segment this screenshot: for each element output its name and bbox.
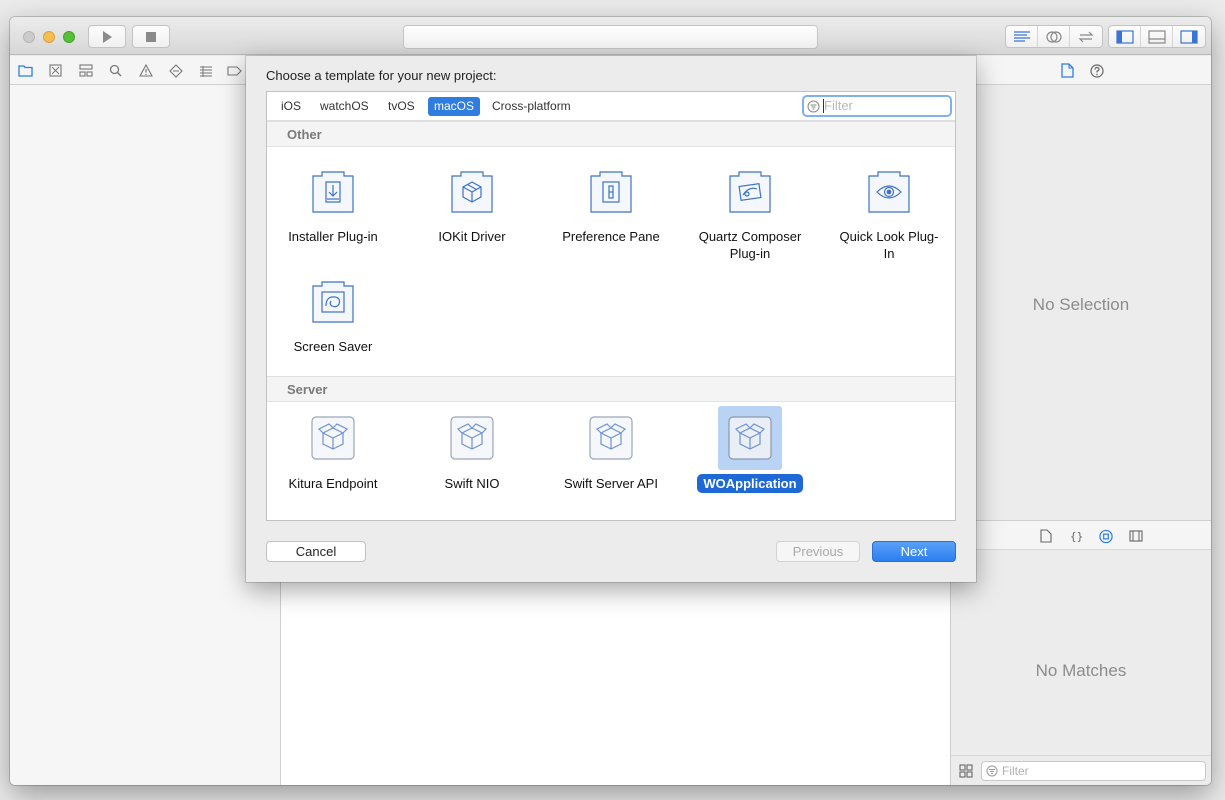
standard-editor-button[interactable]: [1006, 26, 1038, 47]
next-button[interactable]: Next: [872, 541, 956, 562]
box-icon: [440, 406, 504, 470]
version-editor-button[interactable]: [1070, 26, 1102, 47]
code-snippet-icon[interactable]: {}: [1069, 529, 1083, 543]
warning-icon[interactable]: [138, 63, 153, 78]
template-swift-server-api[interactable]: Swift Server API: [546, 406, 676, 493]
swirl-icon: [301, 269, 365, 333]
template-label: Kitura Endpoint: [288, 476, 378, 491]
filter-icon: [807, 100, 820, 113]
arrows-icon: [1078, 31, 1094, 42]
template-swift-nio[interactable]: Swift NIO: [407, 406, 537, 493]
switch-icon: [579, 159, 643, 223]
activity-viewer: [403, 25, 818, 49]
sheet-title: Choose a template for your new project:: [266, 68, 497, 83]
left-panel-icon: [1115, 29, 1134, 44]
stop-button[interactable]: [132, 25, 170, 48]
template-label: WOApplication: [697, 474, 803, 493]
rings-icon: [1045, 30, 1062, 43]
svg-text:{}: {}: [1070, 530, 1083, 543]
toggle-inspector-button[interactable]: [1173, 26, 1205, 47]
view-toggle-control: [1108, 25, 1206, 48]
library-selector-bar: {}: [951, 520, 1211, 550]
text-caret: [823, 99, 824, 113]
right-panel-icon: [1180, 29, 1198, 44]
template-label: Installer Plug-in: [288, 229, 378, 244]
zoom-window-button[interactable]: [63, 31, 75, 43]
template-label: IOKit Driver: [438, 229, 506, 244]
toolbar: [10, 17, 1211, 55]
lines-icon: [1013, 30, 1030, 42]
template-label: Swift Server API: [564, 476, 658, 491]
toggle-debug-area-button[interactable]: [1141, 26, 1173, 47]
bottom-panel-icon: [1147, 29, 1166, 44]
no-selection-label: No Selection: [1032, 295, 1130, 314]
template-quartz-composer-plug-in[interactable]: Quartz Composer Plug-in: [685, 159, 815, 263]
platform-tab-bar: iOS watchOS tvOS macOS Cross-platform Fi…: [267, 92, 955, 121]
template-kitura-endpoint[interactable]: Kitura Endpoint: [268, 406, 398, 493]
run-button[interactable]: [88, 25, 126, 48]
tab-watchos[interactable]: watchOS: [314, 97, 375, 116]
debug-icon[interactable]: [198, 63, 213, 78]
source-control-icon[interactable]: [48, 63, 63, 78]
tab-macos[interactable]: macOS: [428, 97, 481, 116]
stop-icon: [146, 31, 156, 42]
tab-tvos[interactable]: tvOS: [382, 97, 421, 116]
new-project-sheet: Choose a template for your new project: …: [246, 56, 976, 582]
library-filter-input[interactable]: Filter: [981, 761, 1206, 781]
box-icon: [579, 406, 643, 470]
template-iokit-driver[interactable]: IOKit Driver: [407, 159, 537, 246]
file-template-icon[interactable]: [1039, 529, 1053, 543]
box-icon: [301, 406, 365, 470]
template-woapplication[interactable]: WOApplication: [685, 406, 815, 493]
inspector-area: No Selection {} No Matches Filter: [951, 85, 1211, 785]
help-icon[interactable]: [1089, 63, 1104, 78]
eye-icon: [857, 159, 921, 223]
template-label: Swift NIO: [444, 476, 500, 491]
no-matches-label: No Matches: [1035, 661, 1127, 680]
previous-button[interactable]: Previous: [776, 541, 860, 562]
file-inspector-icon[interactable]: [1060, 63, 1075, 78]
cancel-button[interactable]: Cancel: [266, 541, 366, 562]
tab-cross-platform[interactable]: Cross-platform: [486, 97, 577, 116]
template-installer-plug-in[interactable]: Installer Plug-in: [268, 159, 398, 246]
symbol-icon[interactable]: [78, 63, 93, 78]
template-screen-saver[interactable]: Screen Saver: [268, 269, 398, 356]
close-window-button[interactable]: [23, 31, 35, 43]
filter-icon: [986, 765, 998, 777]
template-filter-placeholder: Filter: [824, 98, 853, 113]
editor-mode-control: [1005, 25, 1103, 48]
cube-icon: [440, 159, 504, 223]
template-chooser: iOS watchOS tvOS macOS Cross-platform Fi…: [266, 91, 956, 521]
toggle-navigator-button[interactable]: [1109, 26, 1141, 47]
section-header-other: Other: [267, 121, 955, 147]
object-library-icon[interactable]: [1099, 529, 1113, 543]
library-filter-bar: Filter: [951, 755, 1211, 785]
template-preference-pane[interactable]: Preference Pane: [546, 159, 676, 246]
search-icon[interactable]: [108, 63, 123, 78]
navigator-area: [10, 85, 281, 785]
quartz-icon: [718, 159, 782, 223]
template-filter-input[interactable]: Filter: [802, 95, 952, 117]
grid-view-icon[interactable]: [959, 764, 973, 781]
template-label: Quartz Composer Plug-in: [698, 229, 802, 261]
breakpoint-icon[interactable]: [227, 63, 242, 78]
tab-ios[interactable]: iOS: [275, 97, 307, 116]
installer-icon: [301, 159, 365, 223]
template-label: Preference Pane: [562, 229, 660, 244]
media-library-icon[interactable]: [1129, 529, 1143, 543]
folder-icon[interactable]: [18, 63, 33, 78]
library-filter-placeholder: Filter: [1002, 764, 1029, 778]
section-header-server: Server: [267, 376, 955, 402]
play-icon: [103, 30, 112, 43]
template-label: Quick Look Plug-In: [839, 229, 939, 261]
test-icon[interactable]: [168, 63, 183, 78]
box-icon: [718, 406, 782, 470]
assistant-editor-button[interactable]: [1038, 26, 1070, 47]
template-quick-look-plug-in[interactable]: Quick Look Plug-In: [824, 159, 954, 263]
template-label: Screen Saver: [293, 339, 373, 354]
minimize-window-button[interactable]: [43, 31, 55, 43]
